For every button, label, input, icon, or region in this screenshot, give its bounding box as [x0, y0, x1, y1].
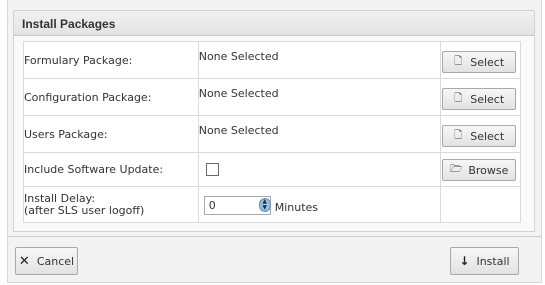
install-arrow-icon: ↓: [459, 254, 470, 268]
install-button-label: Install: [476, 254, 510, 268]
form-row-software-update: Include Software Update: 🗁 Browse: [23, 152, 521, 187]
dialog-header: Install Packages: [13, 10, 535, 36]
select-button-label: Select: [470, 129, 505, 143]
form-area: Formulary Package: None Selected 🗋 Selec…: [13, 36, 535, 232]
select-button-label: Select: [470, 55, 505, 69]
folder-open-icon: 🗁: [449, 163, 463, 175]
form-value-cell: 0 ▲ ▼ Minutes: [197, 186, 442, 223]
close-icon: ✕: [18, 253, 30, 269]
form-row-configuration: Configuration Package: None Selected 🗋 S…: [23, 78, 521, 116]
dialog-title: Install Packages: [22, 17, 116, 31]
form-row-formulary: Formulary Package: None Selected 🗋 Selec…: [23, 41, 521, 79]
include-software-update-checkbox[interactable]: [205, 163, 219, 176]
form-action-cell: 🗋 Select: [440, 41, 521, 79]
minutes-unit-label: Minutes: [274, 201, 319, 214]
install-delay-sublabel: (after SLS user logoff): [24, 203, 145, 217]
form-value-cell: [197, 152, 442, 187]
form-value-cell: None Selected: [197, 115, 442, 153]
footer-divider: [8, 236, 542, 237]
form-value-cell: None Selected: [197, 78, 442, 116]
form-action-cell: 🗋 Select: [440, 78, 521, 116]
form-label-cell: Configuration Package:: [23, 78, 199, 116]
document-icon: 🗋: [454, 55, 463, 67]
form-row-users: Users Package: None Selected 🗋 Select: [23, 115, 521, 153]
users-label: Users Package:: [24, 127, 108, 141]
form-action-cell: 🗁 Browse: [440, 152, 521, 187]
configuration-select-button[interactable]: 🗋 Select: [442, 88, 517, 110]
form-label-cell: Users Package:: [23, 115, 199, 153]
form-label-cell: Install Delay: (after SLS user logoff): [23, 186, 199, 223]
form-label-cell: Formulary Package:: [23, 41, 199, 79]
select-button-label: Select: [470, 92, 505, 106]
install-form-table: Formulary Package: None Selected 🗋 Selec…: [23, 41, 521, 223]
formulary-label: Formulary Package:: [24, 53, 133, 67]
users-value: None Selected: [198, 123, 279, 137]
software-update-label: Include Software Update:: [24, 163, 164, 176]
form-row-install-delay: Install Delay: (after SLS user logoff) 0…: [23, 186, 521, 223]
configuration-label: Configuration Package:: [24, 90, 152, 104]
install-delay-label: Install Delay:: [24, 191, 96, 205]
form-label-cell: Include Software Update:: [23, 152, 199, 187]
configuration-value: None Selected: [198, 86, 279, 100]
install-button[interactable]: ↓ Install: [450, 247, 519, 275]
form-action-cell-empty: [440, 186, 521, 223]
form-value-cell: None Selected: [197, 41, 442, 79]
formulary-select-button[interactable]: 🗋 Select: [442, 51, 517, 73]
users-select-button[interactable]: 🗋 Select: [442, 125, 517, 147]
formulary-value: None Selected: [198, 49, 279, 63]
document-icon: 🗋: [454, 92, 463, 104]
spinner-arrows-icon[interactable]: ▲ ▼: [258, 198, 271, 212]
cancel-button-label: Cancel: [36, 254, 75, 268]
form-action-cell: 🗋 Select: [440, 115, 521, 153]
install-packages-dialog: Install Packages Formulary Package: None…: [7, 0, 542, 283]
document-icon: 🗋: [454, 129, 463, 141]
browse-button-label: Browse: [468, 163, 509, 177]
cancel-button[interactable]: ✕ Cancel: [15, 247, 78, 275]
browse-button[interactable]: 🗁 Browse: [442, 159, 517, 181]
